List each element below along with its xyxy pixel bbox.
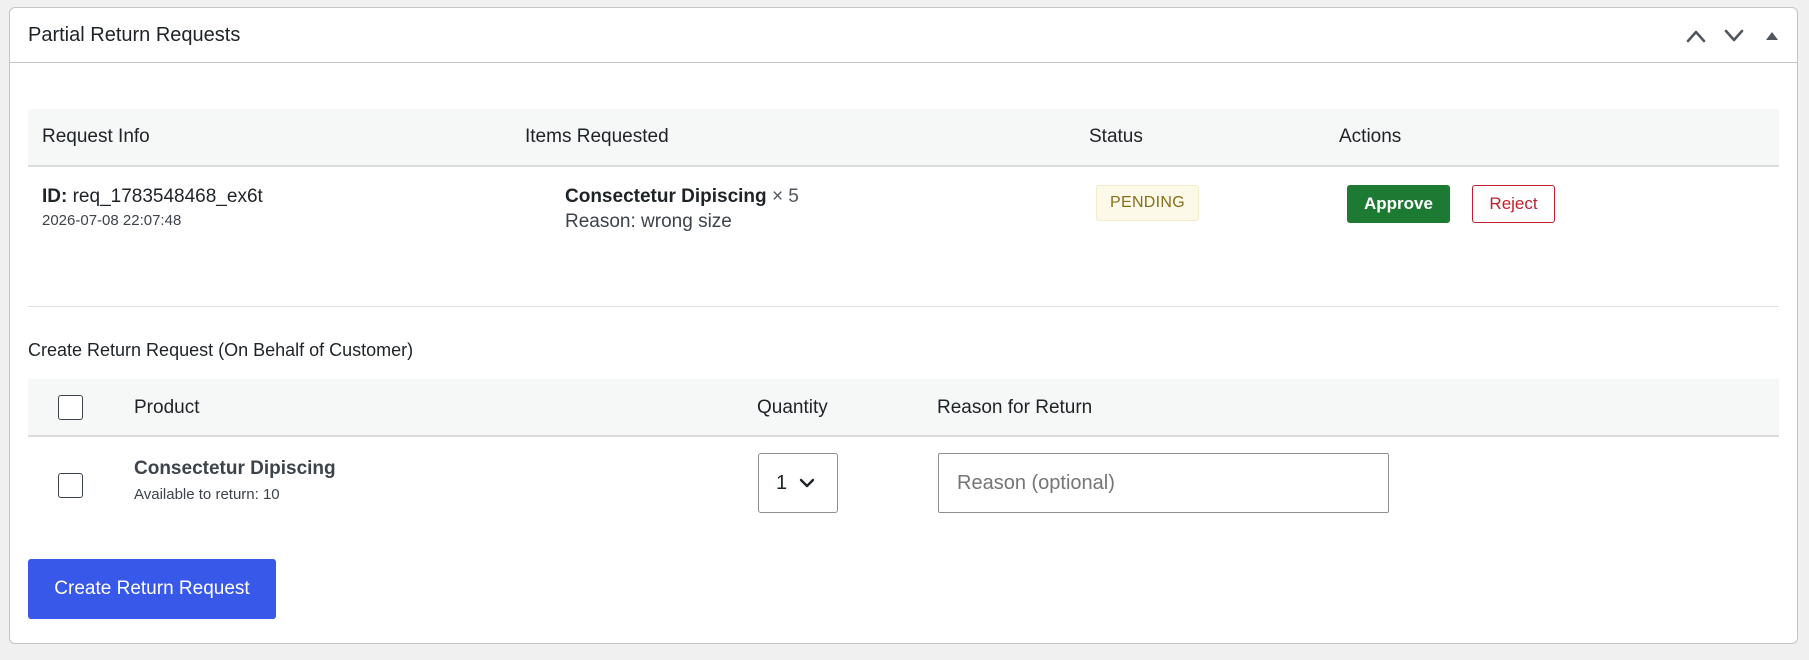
requests-table-header: Request Info Items Requested Status Acti… xyxy=(28,109,1779,167)
triangle-up-icon xyxy=(1766,31,1778,40)
chevron-up-icon xyxy=(1686,30,1706,42)
toggle-panel-button[interactable] xyxy=(1753,16,1791,56)
header-request-info: Request Info xyxy=(42,126,150,147)
product-select-checkbox[interactable] xyxy=(58,473,83,498)
status-badge: PENDING xyxy=(1096,185,1199,221)
panel-header: Partial Return Requests xyxy=(10,8,1797,63)
reject-button[interactable]: Reject xyxy=(1472,185,1555,223)
request-id-value: req_1783548468_ex6t xyxy=(72,186,263,207)
status-cell: PENDING xyxy=(1096,185,1199,221)
move-down-button[interactable] xyxy=(1715,16,1753,56)
requested-item-name: Consectetur Dipiscing xyxy=(565,186,767,207)
header-reason: Reason for Return xyxy=(937,397,1093,418)
partial-returns-panel: Partial Return Requests Request Info Ite… xyxy=(9,7,1798,644)
product-cell: Consectetur Dipiscing Available to retur… xyxy=(134,458,336,503)
chevron-down-icon xyxy=(1724,29,1744,41)
panel-title: Partial Return Requests xyxy=(28,23,241,46)
request-id-label: ID: xyxy=(42,186,68,207)
header-status: Status xyxy=(1089,126,1143,147)
header-items-requested: Items Requested xyxy=(525,126,669,147)
requested-item-reason: Reason: wrong size xyxy=(565,211,732,232)
header-actions: Actions xyxy=(1339,126,1402,147)
section-divider xyxy=(28,306,1779,307)
product-name: Consectetur Dipiscing xyxy=(134,458,336,479)
create-return-request-button[interactable]: Create Return Request xyxy=(28,559,276,619)
table-row: ID: req_1783548468_ex6t 2026-07-08 22:07… xyxy=(28,167,1779,302)
move-up-button[interactable] xyxy=(1677,16,1715,56)
reason-input[interactable] xyxy=(938,453,1389,513)
panel-controls xyxy=(1677,8,1791,63)
requested-item: Consectetur Dipiscing × 5 xyxy=(565,186,799,208)
select-all-checkbox[interactable] xyxy=(58,395,83,420)
quantity-select[interactable]: 1 xyxy=(758,453,838,513)
header-quantity: Quantity xyxy=(757,397,828,418)
table-row: Consectetur Dipiscing Available to retur… xyxy=(28,439,1779,539)
requests-table: Request Info Items Requested Status Acti… xyxy=(28,109,1779,302)
quantity-value: 1 xyxy=(776,471,788,494)
approve-button[interactable]: Approve xyxy=(1347,185,1450,223)
request-date: 2026-07-08 22:07:48 xyxy=(42,212,182,229)
chevron-down-icon xyxy=(799,478,815,488)
create-section-title: Create Return Request (On Behalf of Cust… xyxy=(28,340,414,360)
actions-cell: Approve Reject xyxy=(1347,185,1555,223)
header-product: Product xyxy=(134,397,200,418)
request-id: ID: req_1783548468_ex6t xyxy=(42,186,263,208)
panel-body: Request Info Items Requested Status Acti… xyxy=(28,63,1779,643)
product-available: Available to return: 10 xyxy=(134,486,280,503)
create-table-header: Product Quantity Reason for Return xyxy=(28,379,1779,437)
items-requested-cell: Consectetur Dipiscing × 5 Reason: wrong … xyxy=(565,186,799,233)
requested-item-qty: × 5 xyxy=(771,186,799,207)
request-info-cell: ID: req_1783548468_ex6t 2026-07-08 22:07… xyxy=(42,186,263,229)
